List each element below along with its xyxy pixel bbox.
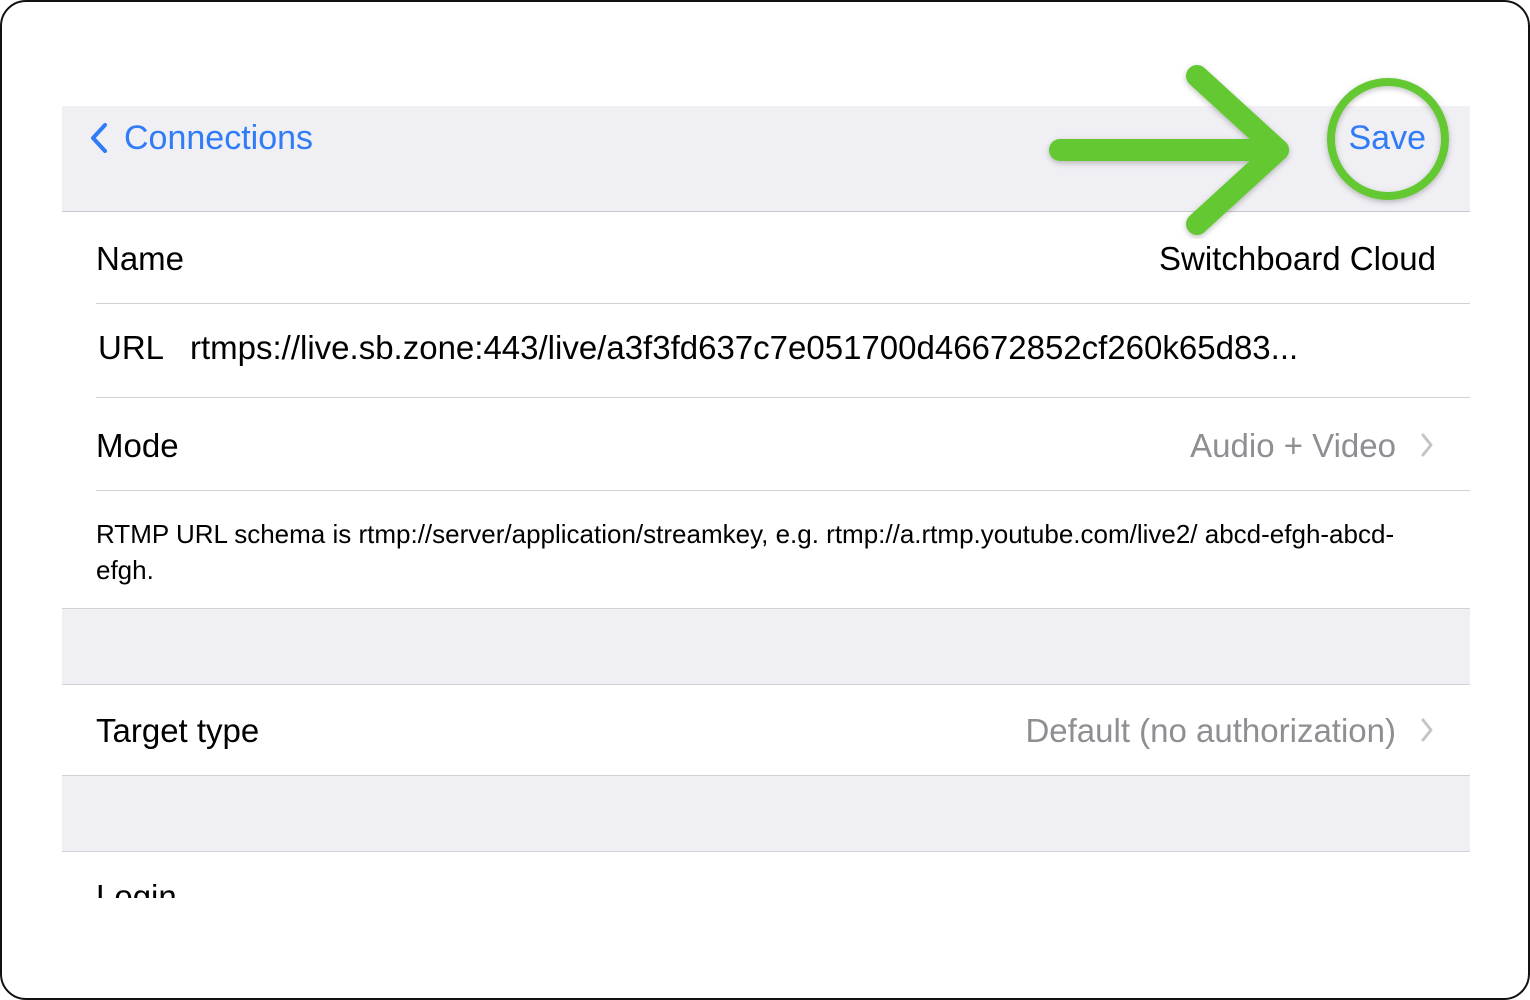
back-button[interactable]: Connections	[88, 118, 313, 158]
mode-label: Mode	[96, 427, 179, 464]
save-button[interactable]: Save	[1349, 118, 1427, 158]
row-separator	[96, 490, 1470, 491]
target-type-value: Default (no authorization)	[1025, 712, 1396, 749]
mode-row[interactable]: Mode Audio + Video	[62, 398, 1470, 490]
name-label: Name	[96, 240, 185, 277]
chevron-right-icon	[1421, 718, 1433, 742]
url-value[interactable]: rtmps://live.sb.zone:443/live/a3f3fd637c…	[190, 329, 1436, 367]
mode-value: Audio + Video	[1190, 427, 1396, 464]
chevron-left-icon	[91, 123, 107, 153]
url-row[interactable]: URL rtmps://live.sb.zone:443/live/a3f3fd…	[62, 304, 1470, 397]
login-label: Login	[96, 878, 177, 898]
target-type-row[interactable]: Target type Default (no authorization)	[62, 685, 1470, 775]
target-type-label: Target type	[96, 712, 260, 749]
section-gap	[62, 776, 1470, 851]
chevron-right-icon	[1421, 433, 1433, 457]
name-row[interactable]: Name Switchboard Cloud	[62, 212, 1470, 304]
url-label: URL	[98, 329, 165, 366]
back-button-label: Connections	[124, 118, 314, 157]
settings-screen: Connections Save Name Switchboard Cloud …	[62, 106, 1470, 898]
login-row[interactable]: Login	[62, 852, 1470, 898]
navigation-bar: Connections Save	[62, 106, 1470, 212]
rtmp-schema-note: RTMP URL schema is rtmp://server/applica…	[96, 519, 1395, 585]
screenshot-frame: Connections Save Name Switchboard Cloud …	[0, 0, 1530, 1000]
section-gap	[62, 609, 1470, 684]
name-value[interactable]: Switchboard Cloud	[1159, 240, 1436, 278]
